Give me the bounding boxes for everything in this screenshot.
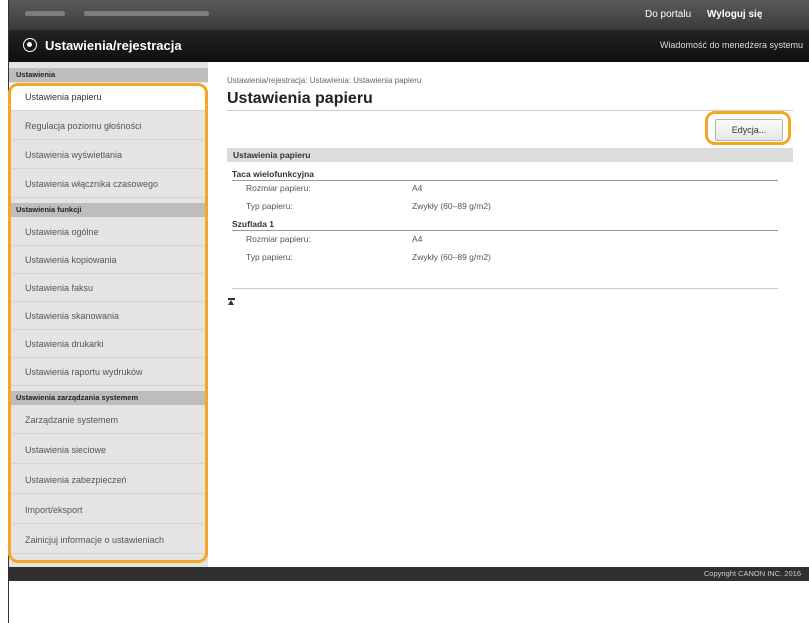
row-value: A4 (412, 183, 423, 193)
top-bar: Do portalu Wyloguj się (9, 0, 809, 30)
back-to-top-icon[interactable] (228, 298, 235, 306)
section-header: Ustawienia papieru (227, 148, 793, 162)
row-label: Typ papieru: (246, 252, 293, 262)
row-label: Rozmiar papieru: (246, 183, 311, 193)
sidebar-section-function-settings: Ustawienia funkcji (9, 203, 208, 217)
sidebar-item-system-management[interactable]: Zarządzanie systemem (9, 406, 208, 434)
sidebar-section-system-management: Ustawienia zarządzania systemem (9, 391, 208, 405)
title-bar: Ustawienia/rejestracja Wiadomość do mene… (9, 30, 809, 62)
sidebar-item-volume[interactable]: Regulacja poziomu głośności (9, 112, 208, 140)
sidebar-item-initialize[interactable]: Zainicjuj informacje o ustawieniach (9, 526, 208, 554)
app-title: Ustawienia/rejestracja (45, 38, 182, 53)
sidebar-item-network[interactable]: Ustawienia sieciowe (9, 436, 208, 464)
row-value: A4 (412, 234, 423, 244)
main-content: Ustawienia/rejestracja: Ustawienia: Usta… (208, 62, 809, 567)
logout-link[interactable]: Wyloguj się (707, 9, 762, 20)
edit-button[interactable]: Edycja... (715, 119, 783, 141)
portal-link[interactable]: Do portalu (645, 9, 691, 20)
sidebar-item-copy[interactable]: Ustawienia kopiowania (9, 246, 208, 274)
sidebar-item-paper-settings[interactable]: Ustawienia papieru (9, 83, 208, 111)
group-title-multipurpose-tray: Taca wielofunkcyjna (232, 169, 315, 179)
sidebar-item-timer[interactable]: Ustawienia włącznika czasowego (9, 170, 208, 198)
group-title-drawer-1: Szuflada 1 (232, 219, 275, 229)
group-rule (232, 230, 778, 231)
sidebar-section-settings: Ustawienia (9, 68, 208, 82)
row-value: Zwykły (60–89 g/m2) (412, 252, 491, 262)
sidebar-item-printer[interactable]: Ustawienia drukarki (9, 330, 208, 358)
sidebar-item-scan[interactable]: Ustawienia skanowania (9, 302, 208, 330)
sidebar-item-common[interactable]: Ustawienia ogólne (9, 218, 208, 246)
row-value: Zwykły (60–89 g/m2) (412, 201, 491, 211)
sidebar: Ustawienia Ustawienia papieru Regulacja … (9, 62, 209, 567)
blurred-device-model (84, 11, 209, 16)
sidebar-item-fax[interactable]: Ustawienia faksu (9, 274, 208, 302)
settings-icon (23, 38, 37, 52)
group-rule (232, 180, 778, 181)
breadcrumb: Ustawienia/rejestracja: Ustawienia: Usta… (227, 76, 422, 85)
page-title: Ustawienia papieru (227, 90, 373, 107)
row-label: Rozmiar papieru: (246, 234, 311, 244)
title-divider (227, 110, 793, 111)
sidebar-item-import-export[interactable]: Import/eksport (9, 496, 208, 524)
bottom-rule (232, 288, 778, 289)
sidebar-item-security[interactable]: Ustawienia zabezpieczeń (9, 466, 208, 494)
blurred-device-name (25, 11, 65, 16)
sidebar-item-display[interactable]: Ustawienia wyświetlania (9, 141, 208, 169)
row-label: Typ papieru: (246, 201, 293, 211)
sidebar-item-report[interactable]: Ustawienia raportu wydruków (9, 358, 208, 386)
copyright-text: Copyright CANON INC. 2016 (703, 569, 801, 578)
footer: Copyright CANON INC. 2016 (9, 567, 809, 581)
admin-message-link[interactable]: Wiadomość do menedżera systemu (660, 40, 803, 50)
